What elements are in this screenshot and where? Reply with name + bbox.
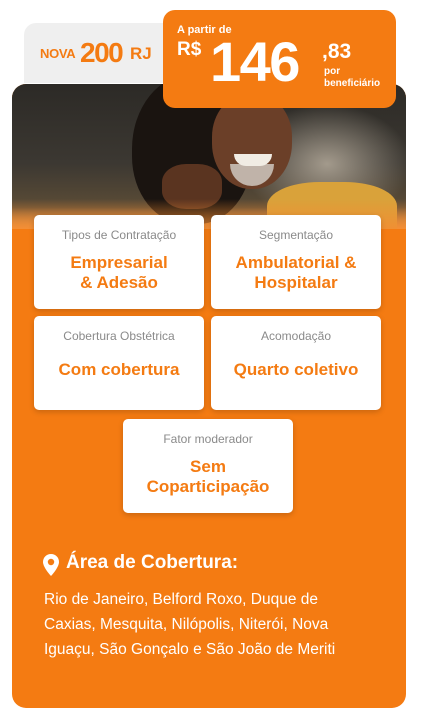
feature-label: Fator moderador <box>163 432 253 446</box>
price-integer: 146 <box>210 30 300 93</box>
brand-badge: NOVA 200 RJ <box>24 23 174 83</box>
feature-accommodation: Acomodação Quarto coletivo <box>211 316 381 410</box>
price-currency: R$ <box>177 39 202 60</box>
price-cents: ,83 <box>322 40 352 63</box>
feature-value: Ambulatorial & Hospitalar <box>235 253 357 292</box>
coverage-title: Área de Cobertura: <box>66 552 239 573</box>
feature-label: Cobertura Obstétrica <box>63 329 175 343</box>
brand-number: 200 <box>80 37 124 68</box>
feature-obstetric: Cobertura Obstétrica Com cobertura <box>34 316 204 410</box>
brand-prefix: NOVA <box>40 46 76 61</box>
coverage-cities: Rio de Janeiro, Belford Roxo, Duque de C… <box>44 591 336 658</box>
map-pin-icon <box>43 554 59 576</box>
feature-label: Tipos de Contratação <box>61 228 177 242</box>
feature-value: Sem Coparticipação <box>146 457 270 496</box>
feature-contract-type: Tipos de Contratação Empresarial & Adesã… <box>34 215 204 309</box>
feature-value: Quarto coletivo <box>233 360 359 379</box>
price-per-beneficiary: por beneficiário <box>324 66 381 89</box>
feature-label: Acomodação <box>260 329 332 343</box>
feature-label: Segmentação <box>258 228 334 242</box>
price-badge: A partir de R$ 146 ,83 por beneficiário <box>163 10 396 108</box>
feature-value: Empresarial & Adesão <box>70 253 168 292</box>
brand-suffix: RJ <box>130 44 152 63</box>
feature-segmentation: Segmentação Ambulatorial & Hospitalar <box>211 215 381 309</box>
feature-moderator: Fator moderador Sem Coparticipação <box>123 419 293 513</box>
feature-value: Com cobertura <box>58 360 180 379</box>
